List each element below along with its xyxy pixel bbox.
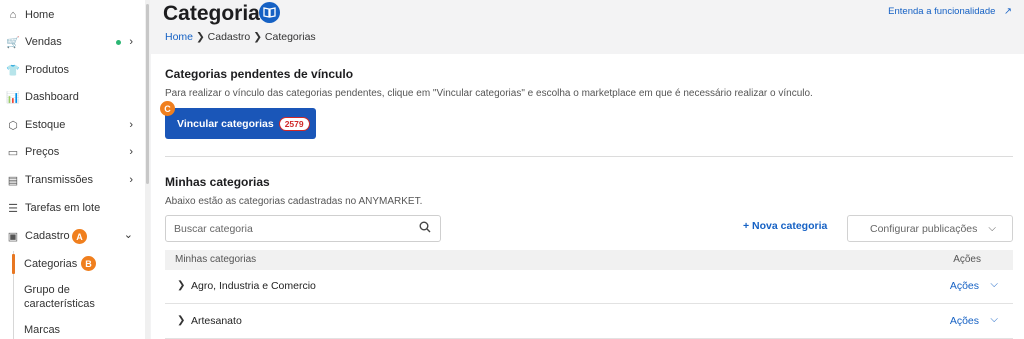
page-header: Categorias Home ❯ Cadastro ❯ Categorias …	[151, 0, 1024, 54]
search-placeholder: Buscar categoria	[174, 222, 253, 235]
sidebar-item-vendas[interactable]: 🛒 Vendas ›	[0, 31, 145, 53]
sidebar-item-label: Tarefas em lote	[25, 202, 101, 214]
sidebar-subitem-grupo-caracteristicas[interactable]: Grupo de características	[24, 283, 95, 311]
link-categories-label: Vincular categorias	[177, 117, 274, 130]
column-header-actions: Ações	[953, 254, 981, 265]
sidebar-item-transmissoes[interactable]: ▤ Transmissões ›	[0, 169, 145, 191]
configure-publications-label: Configurar publicações	[870, 222, 978, 235]
sidebar-subitem-marcas[interactable]: Marcas	[24, 324, 60, 336]
breadcrumb: Home ❯ Cadastro ❯ Categorias	[165, 31, 316, 43]
mine-description: Abaixo estão as categorias cadastradas n…	[165, 196, 423, 207]
section-divider	[165, 156, 1013, 157]
actions-link[interactable]: Ações	[950, 280, 979, 292]
scrollbar-thumb[interactable]	[146, 4, 149, 184]
pending-heading: Categorias pendentes de vínculo	[165, 67, 354, 81]
sidebar-item-label: Vendas	[25, 36, 62, 48]
list-icon: ☰	[8, 202, 18, 215]
table-row[interactable]: ❯ Artesanato Ações ⌵	[165, 305, 1013, 339]
sidebar-item-label: Estoque	[25, 119, 66, 131]
box-icon: ⬡	[8, 119, 18, 132]
chevron-right-icon: ›	[129, 36, 133, 48]
breadcrumb-cadastro[interactable]: Cadastro	[208, 31, 251, 43]
chevron-down-icon[interactable]: ⌵	[990, 314, 998, 325]
search-icon	[419, 221, 431, 236]
sidebar-item-label: Preços	[25, 146, 60, 158]
sidebar-scrollbar[interactable]	[145, 0, 150, 339]
marker-b: B	[81, 256, 96, 271]
external-link-icon: ↗	[1004, 6, 1012, 17]
sidebar-item-label: Cadastro	[25, 230, 70, 242]
sidebar-item-produtos[interactable]: 👕 Produtos	[0, 59, 145, 81]
marker-c: C	[160, 101, 175, 116]
cart-icon: 🛒	[6, 36, 20, 49]
sidebar-item-precos[interactable]: ▭ Preços ›	[0, 141, 145, 163]
sidebar-item-tarefas[interactable]: ☰ Tarefas em lote	[0, 197, 145, 219]
category-name: Agro, Industria e Comercio	[191, 280, 316, 292]
sidebar: ⌂ Home 🛒 Vendas › 👕 Produtos 📊 Dashboard…	[0, 0, 150, 339]
mine-heading: Minhas categorias	[165, 175, 270, 189]
chevron-down-icon[interactable]: ⌵	[990, 279, 998, 290]
clipboard-icon: ▣	[7, 230, 19, 243]
book-icon	[259, 2, 280, 23]
tag-icon: ▭	[7, 146, 19, 159]
table-header: Minhas categorias Ações	[165, 250, 1013, 270]
sidebar-item-home[interactable]: ⌂ Home	[0, 4, 145, 26]
chevron-right-icon: ›	[129, 119, 133, 131]
chevron-right-icon: ›	[129, 146, 133, 158]
chevron-right-icon: ❯	[195, 31, 208, 43]
sidebar-item-label: Home	[25, 9, 55, 21]
help-link-label: Entenda a funcionalidade	[888, 6, 996, 17]
breadcrumb-current: Categorias	[264, 31, 316, 43]
shirt-icon: 👕	[6, 64, 20, 77]
sidebar-item-label: Transmissões	[25, 174, 94, 186]
bar-chart-icon: 📊	[6, 91, 20, 104]
sidebar-item-label: Produtos	[25, 64, 70, 76]
sidebar-item-dashboard[interactable]: 📊 Dashboard	[0, 86, 145, 108]
new-category-button[interactable]: + Nova categoria	[743, 220, 827, 232]
main-card: Categorias pendentes de vínculo Para rea…	[151, 54, 1024, 339]
chevron-right-icon: ›	[129, 174, 133, 186]
breadcrumb-home[interactable]: Home	[165, 31, 193, 43]
chevron-right-icon[interactable]: ❯	[177, 315, 185, 326]
category-name: Artesanato	[191, 315, 242, 327]
column-header-categories: Minhas categorias	[175, 254, 257, 265]
chevron-right-icon[interactable]: ❯	[177, 280, 185, 291]
sidebar-subitem-categorias[interactable]: Categorias	[24, 258, 77, 270]
online-indicator	[116, 39, 121, 45]
search-input[interactable]: Buscar categoria	[165, 215, 441, 242]
chevron-down-icon: ⌵	[988, 223, 996, 234]
sidebar-item-estoque[interactable]: ⬡ Estoque ›	[0, 114, 145, 136]
table-row[interactable]: ❯ Agro, Industria e Comercio Ações ⌵	[165, 270, 1013, 304]
sidebar-item-label: Dashboard	[25, 91, 79, 103]
pending-description: Para realizar o vínculo das categorias p…	[165, 88, 813, 99]
home-icon: ⌂	[9, 9, 17, 21]
chevron-right-icon: ❯	[253, 31, 265, 43]
monitor-icon: ▤	[7, 174, 19, 187]
page-title: Categorias	[163, 2, 272, 25]
configure-publications-button[interactable]: Configurar publicações ⌵	[847, 215, 1013, 242]
help-link[interactable]: Entenda a funcionalidade ↗	[888, 6, 1012, 17]
actions-link[interactable]: Ações	[950, 315, 979, 327]
link-categories-button[interactable]: Vincular categorias 2579	[165, 108, 316, 139]
pending-count-badge: 2579	[278, 116, 310, 131]
active-indicator	[12, 254, 15, 274]
chevron-down-icon: ⌄	[123, 229, 133, 241]
marker-a: A	[72, 229, 87, 244]
